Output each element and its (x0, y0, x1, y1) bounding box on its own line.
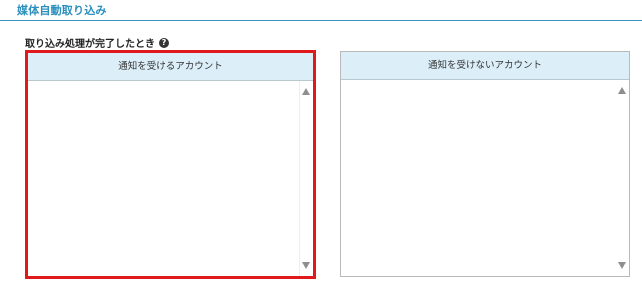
help-icon[interactable]: ? (159, 37, 169, 48)
section-title: 媒体自動取り込み (17, 4, 107, 17)
no-notify-accounts-list[interactable] (341, 80, 629, 276)
no-notify-accounts-panel: 通知を受けないアカウント (340, 51, 630, 277)
notify-accounts-panel: 通知を受けるアカウント (25, 50, 316, 279)
no-notify-accounts-header: 通知を受けないアカウント (341, 52, 629, 80)
scroll-down-arrow-icon[interactable] (302, 262, 310, 269)
notify-accounts-header: 通知を受けるアカウント (28, 53, 313, 81)
no-notify-accounts-scrollbar[interactable] (616, 80, 629, 276)
notify-accounts-list[interactable] (28, 81, 313, 276)
scroll-down-arrow-icon[interactable] (618, 262, 626, 269)
scroll-up-arrow-icon[interactable] (618, 87, 626, 94)
notify-accounts-scrollbar[interactable] (299, 81, 313, 276)
section-divider (0, 20, 642, 21)
notify-on-complete-label: 取り込み処理が完了したとき ? (25, 35, 169, 50)
scroll-up-arrow-icon[interactable] (302, 88, 310, 95)
notify-on-complete-text: 取り込み処理が完了したとき (25, 39, 155, 50)
